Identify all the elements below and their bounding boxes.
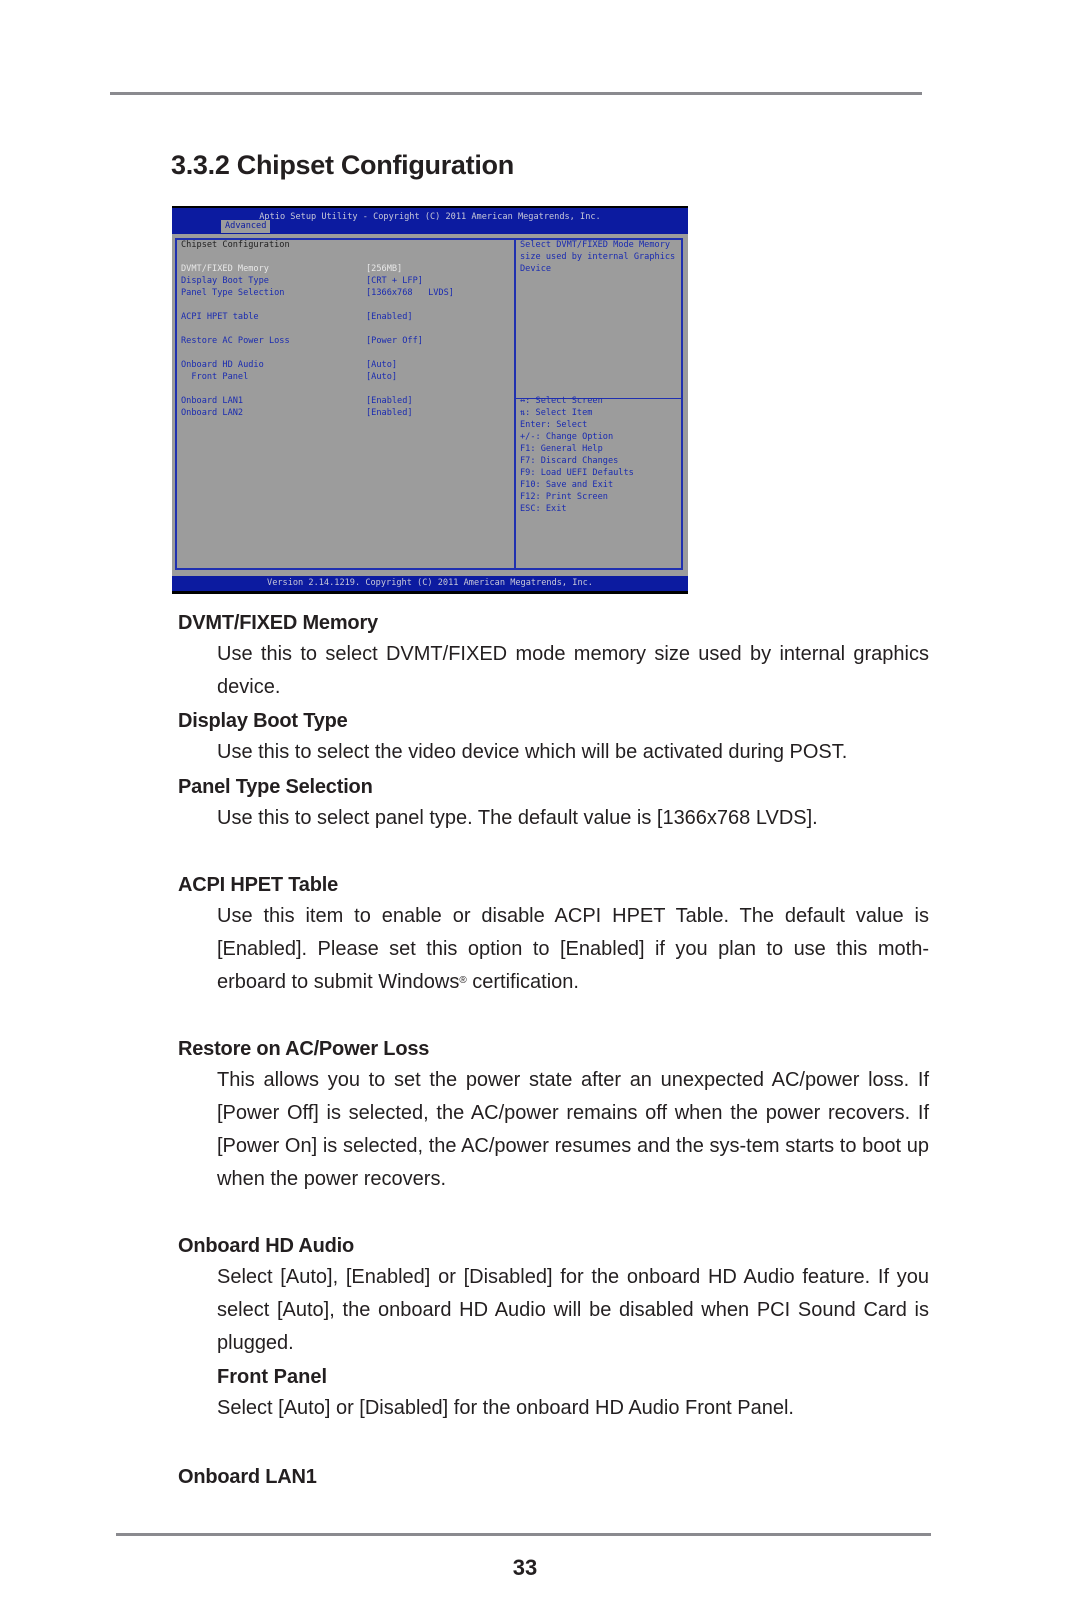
bios-item-panel-type-value[interactable]: [1366x768 LVDS] bbox=[366, 287, 454, 299]
bios-key-change-option: +/-: Change Option bbox=[520, 432, 614, 442]
page-title: 3.3.2 Chipset Configuration bbox=[171, 150, 514, 180]
bios-help-line: Select DVMT/FIXED Mode Memory bbox=[520, 240, 671, 250]
bios-item-panel-type-label[interactable]: Panel Type Selection bbox=[181, 287, 284, 299]
section-text-acpi-hpet: Use this item to enable or disable ACPI … bbox=[217, 900, 929, 999]
section-heading-dvmt: DVMT/FIXED Memory bbox=[178, 612, 378, 634]
acpi-text-end: certification. bbox=[466, 971, 579, 993]
bios-version-text: Version 2.14.1219. Copyright (C) 2011 Am… bbox=[267, 578, 593, 588]
footer-rule bbox=[116, 1533, 931, 1536]
bios-key-select-screen: ↔: Select Screen bbox=[520, 396, 603, 406]
bios-key-discard: F7: Discard Changes bbox=[520, 456, 619, 466]
bios-item-front-panel-label[interactable]: Front Panel bbox=[181, 371, 248, 383]
bios-key-exit: ESC: Exit bbox=[520, 504, 567, 514]
bios-vertical-divider bbox=[514, 238, 516, 570]
bios-item-lan2-label[interactable]: Onboard LAN2 bbox=[181, 407, 243, 419]
bios-bottom-bar: Version 2.14.1219. Copyright (C) 2011 Am… bbox=[172, 576, 688, 594]
section-text-display-boot: Use this to select the video device whic… bbox=[217, 741, 848, 763]
bios-tab-advanced[interactable]: Advanced bbox=[221, 220, 271, 233]
bios-item-front-panel-value[interactable]: [Auto] bbox=[366, 371, 397, 383]
bios-item-acpi-hpet-value[interactable]: [Enabled] bbox=[366, 311, 413, 323]
bios-key-select-item: ⇅: Select Item bbox=[520, 408, 593, 418]
bios-item-restore-ac-value[interactable]: [Power Off] bbox=[366, 335, 423, 347]
bios-item-lan2-value[interactable]: [Enabled] bbox=[366, 407, 413, 419]
section-heading-front-panel: Front Panel bbox=[217, 1366, 328, 1388]
bios-item-acpi-hpet-label[interactable]: ACPI HPET table bbox=[181, 311, 259, 323]
bios-item-hd-audio-label[interactable]: Onboard HD Audio bbox=[181, 359, 264, 371]
section-text-front-panel: Select [Auto] or [Disabled] for the onbo… bbox=[217, 1397, 794, 1419]
bios-help-line: size used by internal Graphics bbox=[520, 252, 676, 262]
page-number: 33 bbox=[512, 1555, 538, 1580]
bios-item-display-boot-value[interactable]: [CRT + LFP] bbox=[366, 275, 423, 287]
bios-item-lan1-value[interactable]: [Enabled] bbox=[366, 395, 413, 407]
bios-key-enter: Enter: Select bbox=[520, 420, 588, 430]
bios-key-print-screen: F12: Print Screen bbox=[520, 492, 608, 502]
bios-key-general-help: F1: General Help bbox=[520, 444, 603, 454]
section-text-hd-audio: Select [Auto], [Enabled] or [Disabled] f… bbox=[217, 1266, 929, 1354]
bios-item-lan1-label[interactable]: Onboard LAN1 bbox=[181, 395, 243, 407]
section-heading-display-boot: Display Boot Type bbox=[178, 710, 348, 732]
bios-key-save-exit: F10: Save and Exit bbox=[520, 480, 614, 490]
bios-item-restore-ac-label[interactable]: Restore AC Power Loss bbox=[181, 335, 290, 347]
header-rule bbox=[110, 92, 922, 95]
bios-item-dvmt-value[interactable]: [256MB] bbox=[366, 263, 402, 275]
section-heading-hd-audio: Onboard HD Audio bbox=[178, 1235, 355, 1257]
bios-item-hd-audio-value[interactable]: [Auto] bbox=[366, 359, 397, 371]
section-heading-panel-type: Panel Type Selection bbox=[178, 776, 373, 798]
bios-section-title: Chipset Configuration bbox=[181, 240, 290, 250]
section-heading-lan1: Onboard LAN1 bbox=[178, 1466, 317, 1488]
bios-help-line: Device bbox=[520, 264, 552, 274]
section-text-dvmt: Use this to select DVMT/FIXED mode memor… bbox=[217, 643, 929, 698]
bios-item-display-boot-label[interactable]: Display Boot Type bbox=[181, 275, 269, 287]
section-text-panel-type: Use this to select panel type. The defau… bbox=[217, 807, 818, 829]
bios-screenshot: Aptio Setup Utility - Copyright (C) 2011… bbox=[172, 206, 688, 594]
bios-key-load-defaults: F9: Load UEFI Defaults bbox=[520, 468, 634, 478]
section-text-restore-ac: This allows you to set the power state a… bbox=[217, 1069, 929, 1190]
bios-item-dvmt-label[interactable]: DVMT/FIXED Memory bbox=[181, 263, 269, 275]
registered-mark: ® bbox=[459, 975, 467, 986]
section-heading-acpi-hpet: ACPI HPET Table bbox=[178, 874, 338, 896]
section-heading-restore-ac: Restore on AC/Power Loss bbox=[178, 1038, 430, 1060]
